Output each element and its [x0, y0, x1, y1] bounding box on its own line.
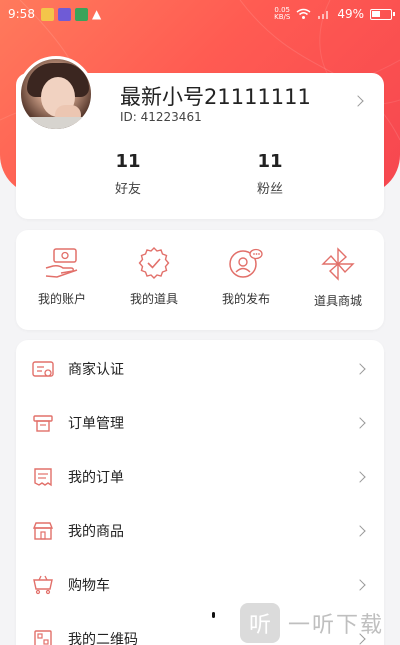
chevron-right-icon — [354, 471, 366, 483]
gallery-notification-icon — [40, 7, 54, 21]
user-id: ID: 41223461 — [120, 110, 202, 124]
grid-label-posts: 我的发布 — [221, 292, 270, 306]
qrcode-icon — [34, 630, 52, 645]
username: 最新小号21111111 — [120, 85, 311, 109]
store-icon — [32, 522, 54, 540]
menu-label-qrcode: 我的二维码 — [68, 632, 138, 645]
chevron-right-icon — [354, 417, 366, 429]
watermark-badge: 听 — [240, 602, 280, 643]
touch-indicator — [212, 612, 215, 618]
battery-icon — [370, 8, 395, 20]
net-speed: 0.05 KB/S — [274, 7, 290, 21]
menu-label-merchant-verify: 商家认证 — [68, 362, 124, 378]
grid-label-store: 道具商城 — [313, 294, 362, 308]
net-speed-unit: KB/S — [274, 13, 291, 21]
grid-item-store[interactable]: 道具商城 — [292, 230, 384, 330]
grid-label-props: 我的道具 — [129, 292, 178, 306]
menu-label-order-manage: 订单管理 — [68, 416, 124, 432]
menu-item-merchant-verify[interactable]: 商家认证 — [16, 342, 384, 396]
id-card-icon — [32, 361, 54, 377]
wallet-hand-icon — [45, 248, 78, 278]
fans-stat[interactable]: 11 粉丝 — [240, 151, 300, 197]
avatar[interactable] — [18, 56, 94, 132]
menu-item-my-products[interactable]: 我的商品 — [16, 504, 384, 558]
friends-label: 好友 — [114, 182, 141, 197]
grid-item-posts[interactable]: 我的发布 — [200, 230, 292, 330]
watermark: 听 一听下载 — [240, 600, 400, 645]
upload-notification-icon — [74, 7, 88, 21]
menu-label-my-orders: 我的订单 — [68, 470, 124, 486]
watermark-text: 一听下载 — [288, 612, 385, 638]
badge-check-icon — [138, 247, 170, 279]
menu-item-order-manage[interactable]: 订单管理 — [16, 396, 384, 450]
chevron-right-icon — [354, 363, 366, 375]
friends-count: 11 — [115, 151, 141, 172]
menu-label-my-products: 我的商品 — [68, 524, 124, 540]
status-bar: 9:58 ▲ 0.05 KB/S 49% — [0, 0, 400, 28]
grid-item-props[interactable]: 我的道具 — [108, 230, 200, 330]
person-chat-icon — [229, 248, 263, 278]
friends-stat[interactable]: 11 好友 — [98, 151, 158, 197]
cart-icon — [33, 575, 53, 595]
status-time: 9:58 — [8, 7, 35, 21]
menu-item-my-orders[interactable]: 我的订单 — [16, 450, 384, 504]
chevron-right-icon — [354, 525, 366, 537]
quick-actions-card: 我的账户 我的道具 我的发布 道具商城 — [16, 230, 384, 330]
chevron-right-icon[interactable] — [352, 95, 364, 107]
pinwheel-icon — [321, 247, 355, 281]
warning-icon: ▲ — [91, 7, 102, 21]
grid-label-account: 我的账户 — [37, 292, 86, 306]
menu-label-cart: 购物车 — [68, 578, 110, 594]
receipt-icon — [34, 468, 52, 487]
fans-label: 粉丝 — [256, 182, 283, 197]
signal-icon — [318, 10, 329, 19]
app-notification-icon — [57, 7, 71, 21]
fans-count: 11 — [257, 151, 283, 172]
grid-item-account[interactable]: 我的账户 — [16, 230, 108, 330]
chevron-right-icon — [354, 579, 366, 591]
printer-icon — [33, 415, 53, 432]
wifi-icon — [296, 8, 311, 19]
battery-percent: 49% — [337, 7, 364, 21]
